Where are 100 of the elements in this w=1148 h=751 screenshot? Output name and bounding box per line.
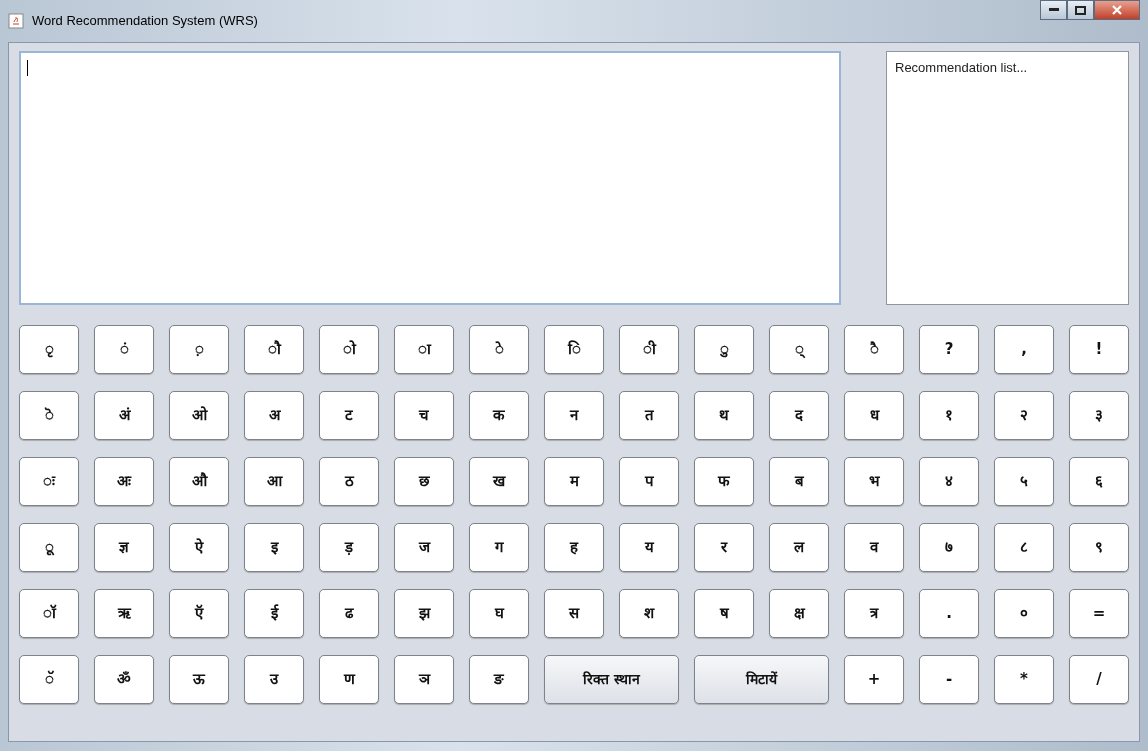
keyboard-key[interactable]: ठ	[319, 457, 379, 506]
close-button[interactable]	[1094, 0, 1140, 20]
keyboard-key[interactable]: च	[394, 391, 454, 440]
keyboard-key[interactable]: ट	[319, 391, 379, 440]
keyboard-key[interactable]: ऐ	[169, 523, 229, 572]
keyboard-key[interactable]: ड़	[319, 523, 379, 572]
keyboard-key[interactable]: ◌ः	[19, 457, 79, 506]
keyboard-key[interactable]: ऍ	[169, 589, 229, 638]
keyboard-key[interactable]: ◌्	[769, 325, 829, 374]
keyboard-key[interactable]: ऊ	[169, 655, 229, 704]
keyboard-key[interactable]: स	[544, 589, 604, 638]
keyboard-key[interactable]: ल	[769, 523, 829, 572]
action-key[interactable]: रिक्त स्थान	[544, 655, 679, 704]
text-input-area[interactable]	[19, 51, 841, 305]
keyboard-key[interactable]: ◌ो	[319, 325, 379, 374]
recommendation-list[interactable]: Recommendation list...	[886, 51, 1129, 305]
keyboard-key[interactable]: प	[619, 457, 679, 506]
action-key[interactable]: मिटायें	[694, 655, 829, 704]
keyboard-key[interactable]: ऋ	[94, 589, 154, 638]
keyboard-key[interactable]: ८	[994, 523, 1054, 572]
keyboard-key[interactable]: औ	[169, 457, 229, 506]
keyboard-key[interactable]: इ	[244, 523, 304, 572]
keyboard-key[interactable]: ◌ै	[844, 325, 904, 374]
close-icon	[1112, 5, 1122, 15]
minimize-icon	[1048, 8, 1059, 12]
keyboard-key[interactable]: *	[994, 655, 1054, 704]
keyboard-key[interactable]: ◌ं	[94, 325, 154, 374]
keyboard-key[interactable]: ?	[919, 325, 979, 374]
keyboard-key[interactable]: ज्ञ	[94, 523, 154, 572]
keyboard-key[interactable]: ह	[544, 523, 604, 572]
keyboard-key[interactable]: त्र	[844, 589, 904, 638]
keyboard-key[interactable]: ई	[244, 589, 304, 638]
keyboard-key[interactable]: -	[919, 655, 979, 704]
keyboard-key[interactable]: ख	[469, 457, 529, 506]
keyboard-key[interactable]: =	[1069, 589, 1129, 638]
keyboard-key[interactable]: ज	[394, 523, 454, 572]
keyboard-key[interactable]: ढ	[319, 589, 379, 638]
keyboard-key[interactable]: ०	[994, 589, 1054, 638]
keyboard-key[interactable]: फ	[694, 457, 754, 506]
keyboard-key[interactable]: य	[619, 523, 679, 572]
keyboard-key[interactable]: र	[694, 523, 754, 572]
keyboard-key[interactable]: ब	[769, 457, 829, 506]
keyboard-key[interactable]: ३	[1069, 391, 1129, 440]
keyboard-key[interactable]: ◌ु	[694, 325, 754, 374]
keyboard-key[interactable]: झ	[394, 589, 454, 638]
keyboard-key[interactable]: अ	[244, 391, 304, 440]
keyboard-key[interactable]: ४	[919, 457, 979, 506]
text-cursor-icon	[27, 60, 28, 76]
keyboard-key[interactable]: ,	[994, 325, 1054, 374]
keyboard-key[interactable]: उ	[244, 655, 304, 704]
recommendation-placeholder: Recommendation list...	[895, 60, 1028, 75]
keyboard-key[interactable]: ◌ॅ	[19, 655, 79, 704]
keyboard-key[interactable]: त	[619, 391, 679, 440]
keyboard-key[interactable]: ङ	[469, 655, 529, 704]
keyboard-key[interactable]: ओ	[169, 391, 229, 440]
keyboard-key[interactable]: घ	[469, 589, 529, 638]
keyboard-key[interactable]: थ	[694, 391, 754, 440]
keyboard-key[interactable]: /	[1069, 655, 1129, 704]
keyboard-key[interactable]: ◌ी	[619, 325, 679, 374]
keyboard-key[interactable]: २	[994, 391, 1054, 440]
keyboard-key[interactable]: क्ष	[769, 589, 829, 638]
keyboard-key[interactable]: द	[769, 391, 829, 440]
keyboard-key[interactable]: ९	[1069, 523, 1129, 572]
keyboard-key[interactable]: ष	[694, 589, 754, 638]
keyboard-key[interactable]: अं	[94, 391, 154, 440]
keyboard-key[interactable]: ◌ृ	[19, 325, 79, 374]
keyboard-key[interactable]: क	[469, 391, 529, 440]
keyboard-key[interactable]: भ	[844, 457, 904, 506]
keyboard-key[interactable]: +	[844, 655, 904, 704]
keyboard-key[interactable]: आ	[244, 457, 304, 506]
keyboard-key[interactable]: ५	[994, 457, 1054, 506]
keyboard-key[interactable]: ◌ू	[19, 523, 79, 572]
window-title: Word Recommendation System (WRS)	[32, 12, 258, 31]
keyboard-key[interactable]: म	[544, 457, 604, 506]
keyboard-key[interactable]: अः	[94, 457, 154, 506]
keyboard-key[interactable]: !	[1069, 325, 1129, 374]
keyboard-key[interactable]: .	[919, 589, 979, 638]
keyboard-key[interactable]: ॐ	[94, 655, 154, 704]
keyboard-key[interactable]: ध	[844, 391, 904, 440]
keyboard-key[interactable]: १	[919, 391, 979, 440]
keyboard-key[interactable]: ञ	[394, 655, 454, 704]
keyboard-key[interactable]: ◌ि	[544, 325, 604, 374]
minimize-button[interactable]	[1040, 0, 1067, 20]
keyboard-key[interactable]: व	[844, 523, 904, 572]
keyboard-key[interactable]: ◌े	[469, 325, 529, 374]
keyboard-key[interactable]: श	[619, 589, 679, 638]
keyboard-key[interactable]: ग	[469, 523, 529, 572]
java-app-icon	[8, 13, 24, 29]
keyboard-key[interactable]: न	[544, 391, 604, 440]
keyboard-key[interactable]: ६	[1069, 457, 1129, 506]
maximize-icon	[1075, 5, 1086, 15]
keyboard-key[interactable]: ◌ॆ	[19, 391, 79, 440]
keyboard-key[interactable]: ७	[919, 523, 979, 572]
keyboard-key[interactable]: ◌ा	[394, 325, 454, 374]
keyboard-key[interactable]: ◌ॉ	[19, 589, 79, 638]
keyboard-key[interactable]: ◌़	[169, 325, 229, 374]
keyboard-key[interactable]: ण	[319, 655, 379, 704]
maximize-button[interactable]	[1067, 0, 1094, 20]
keyboard-key[interactable]: ◌ौ	[244, 325, 304, 374]
keyboard-key[interactable]: छ	[394, 457, 454, 506]
